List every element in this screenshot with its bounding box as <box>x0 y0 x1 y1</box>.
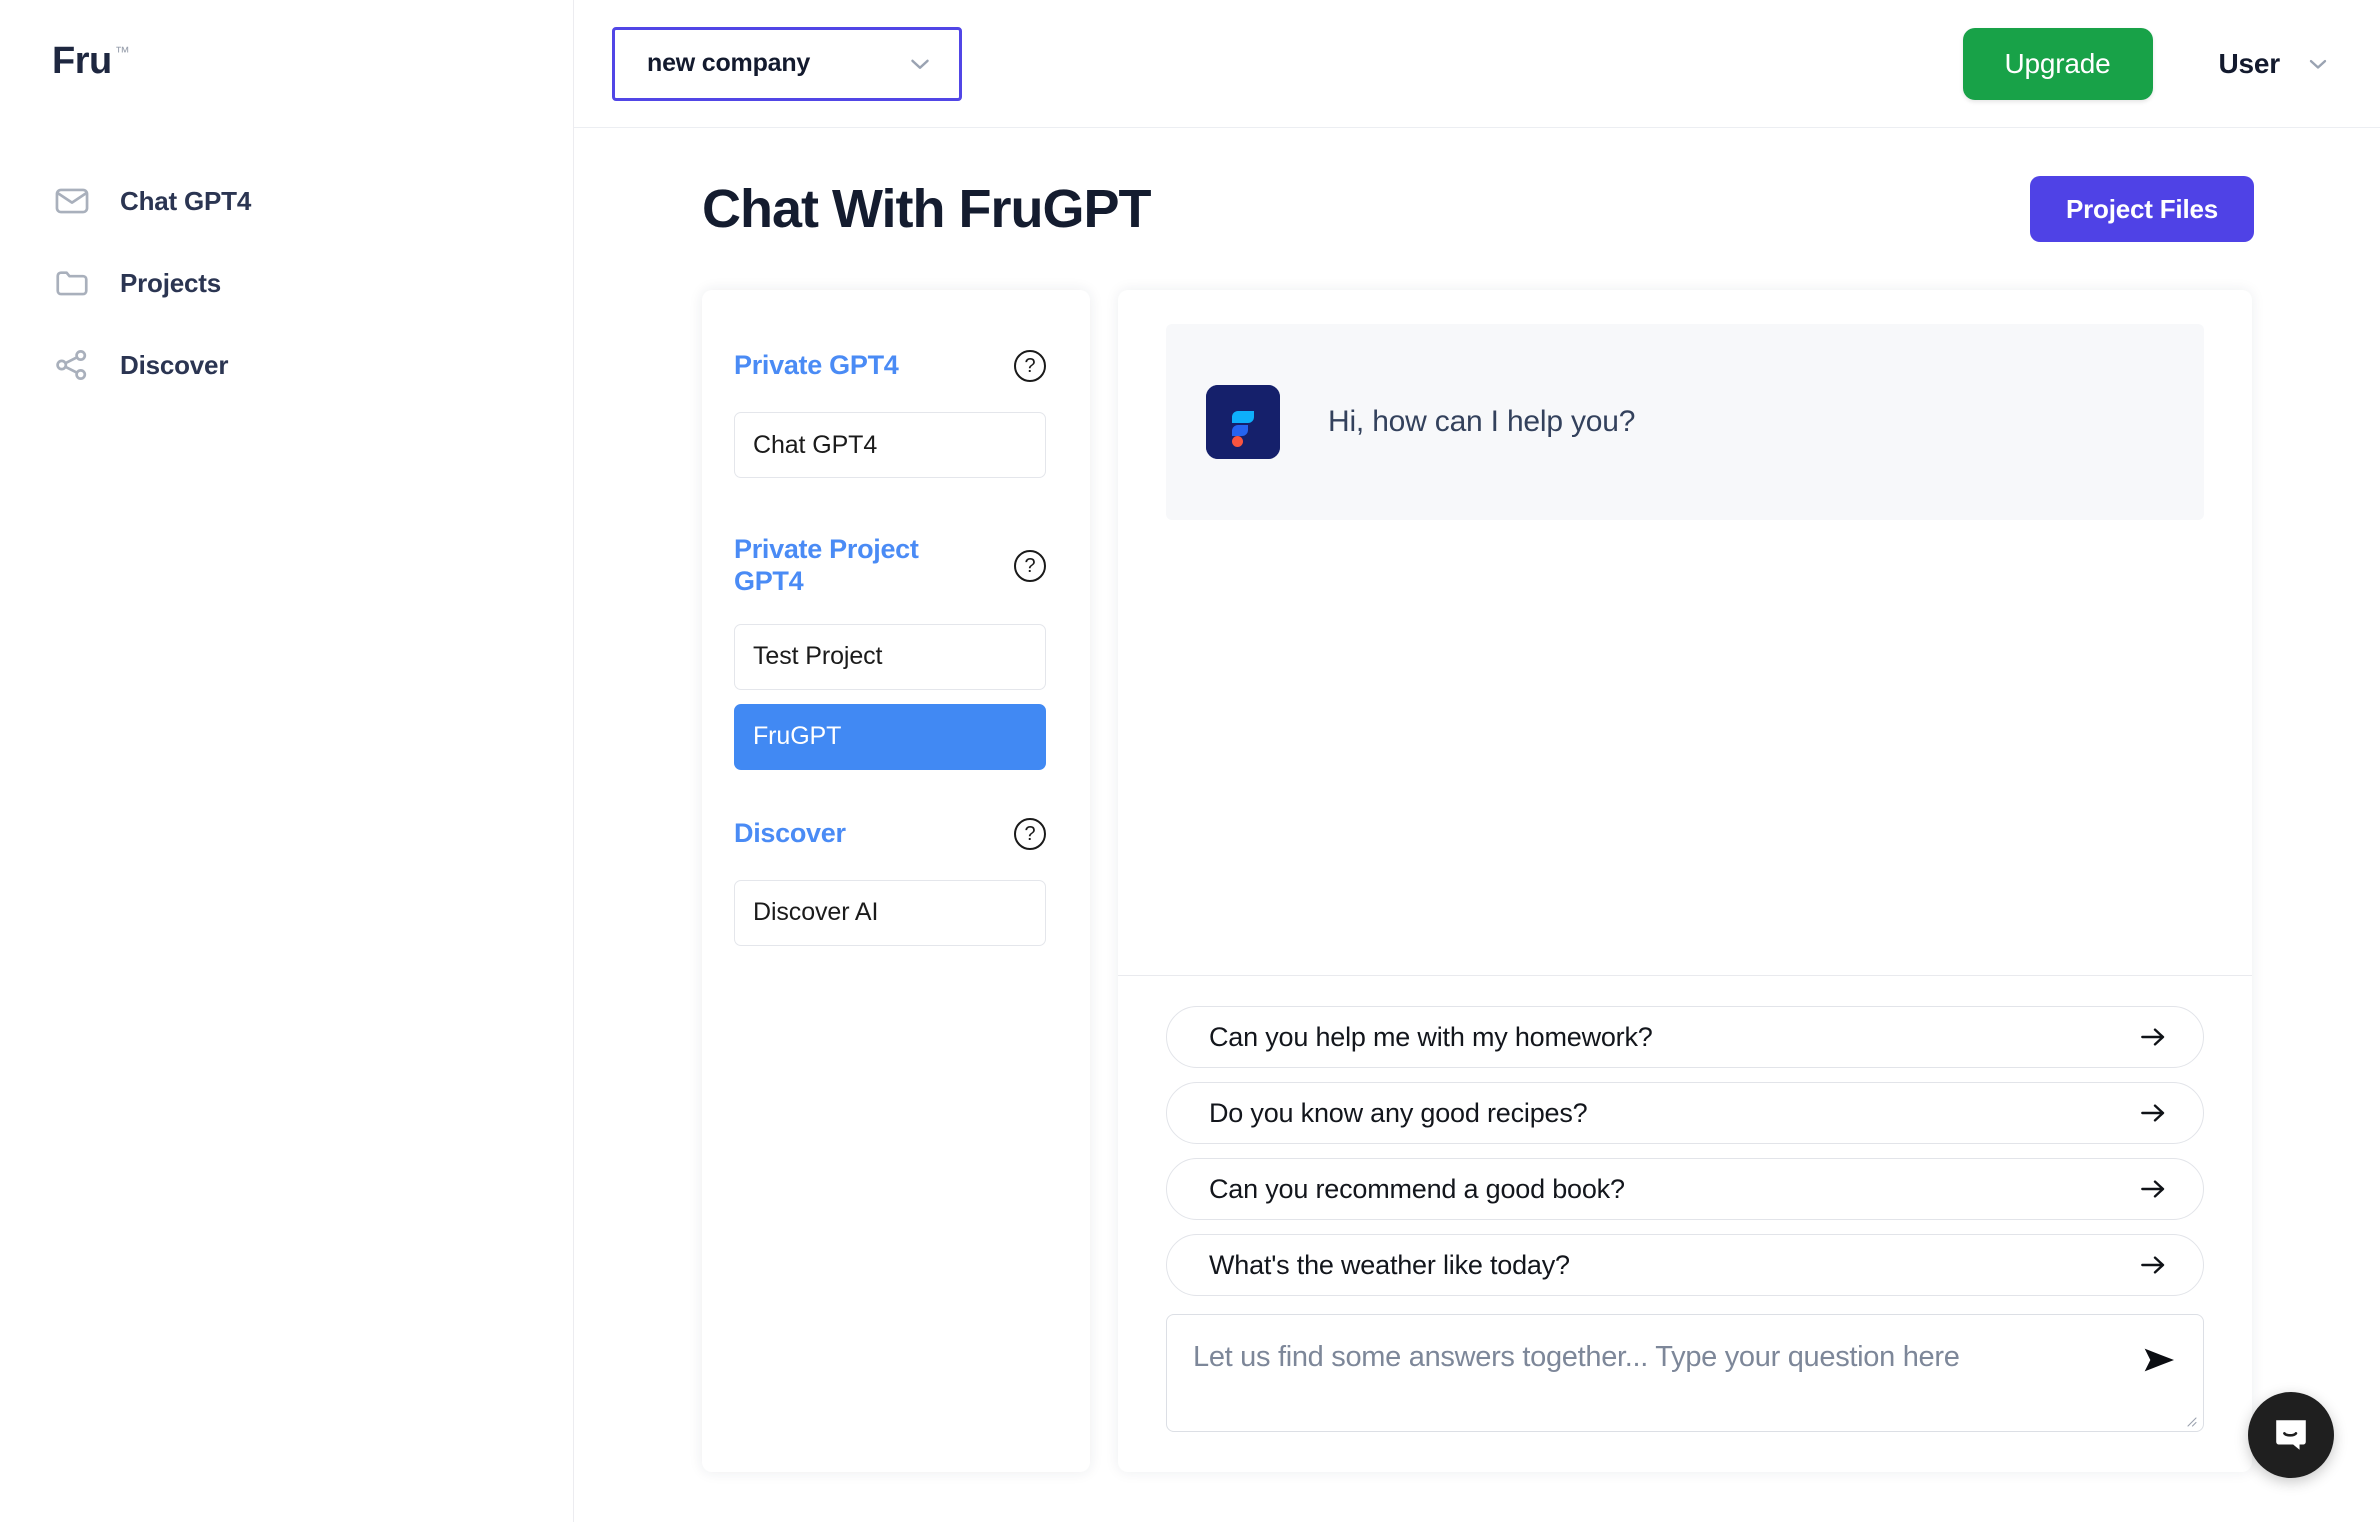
arrow-right-icon <box>2137 1249 2169 1281</box>
brand-name: Fru <box>52 40 112 82</box>
sidebar-item-projects[interactable]: Projects <box>0 242 573 324</box>
frugpt-logo-icon <box>1206 385 1280 459</box>
option-frugpt[interactable]: FruGPT <box>734 703 1046 770</box>
brand-trademark: ™ <box>114 44 130 61</box>
suggestion-chip[interactable]: Can you recommend a good book? <box>1166 1158 2204 1220</box>
suggestion-label: Can you help me with my homework? <box>1209 1021 1653 1052</box>
suggestion-label: What's the weather like today? <box>1209 1249 1570 1280</box>
arrow-right-icon <box>2137 1021 2169 1053</box>
group-private-project-gpt4: Private Project GPT4 ? Test Project FruG… <box>734 534 1046 770</box>
message-input[interactable]: Let us find some answers together... Typ… <box>1166 1314 2204 1432</box>
suggestion-chip[interactable]: Can you help me with my homework? <box>1166 1006 2204 1068</box>
page-header: Chat With FruGPT Project Files <box>574 128 2380 290</box>
chat-messages: Hi, how can I help you? <box>1118 290 2252 975</box>
user-menu[interactable]: User <box>2219 48 2332 80</box>
bot-message: Hi, how can I help you? <box>1166 324 2204 520</box>
group-discover: Discover ? Discover AI <box>734 814 1046 946</box>
sidebar-item-label: Projects <box>120 267 222 298</box>
upgrade-button[interactable]: Upgrade <box>1962 27 2153 100</box>
option-label: Chat GPT4 <box>753 430 878 459</box>
mail-icon <box>52 181 92 221</box>
sidebar: Fru ™ Chat GPT4 Projects Discover <box>0 0 574 1522</box>
content-area: Chat With FruGPT Project Files Private G… <box>574 128 2380 1522</box>
group-header: Private Project GPT4 ? <box>734 534 1046 598</box>
sidebar-item-label: Discover <box>120 349 229 380</box>
arrow-right-icon <box>2137 1173 2169 1205</box>
arrow-right-icon <box>2137 1097 2169 1129</box>
model-selector-panel: Private GPT4 ? Chat GPT4 Private Project… <box>702 290 1090 1472</box>
group-private-gpt4: Private GPT4 ? Chat GPT4 <box>734 346 1046 478</box>
option-chat-gpt4[interactable]: Chat GPT4 <box>734 412 1046 478</box>
share-icon <box>52 345 92 385</box>
chevron-down-icon <box>2304 50 2332 78</box>
composer: Let us find some answers together... Typ… <box>1118 1296 2252 1472</box>
top-bar-right: Upgrade User <box>1962 27 2332 100</box>
folder-icon <box>52 263 92 303</box>
group-title: Private Project GPT4 <box>734 534 919 596</box>
option-label: Discover AI <box>753 898 879 927</box>
sidebar-nav: Chat GPT4 Projects Discover <box>0 160 573 406</box>
top-bar: new company Upgrade User <box>574 0 2380 128</box>
suggestion-list: Can you help me with my homework? Do you… <box>1118 976 2252 1296</box>
option-discover-ai[interactable]: Discover AI <box>734 879 1046 946</box>
project-files-button[interactable]: Project Files <box>2029 176 2254 242</box>
group-header: Discover ? <box>734 814 1046 854</box>
app-root: Fru ™ Chat GPT4 Projects Discover new co… <box>0 0 2380 1522</box>
help-icon[interactable]: ? <box>1014 350 1046 382</box>
resize-handle[interactable] <box>2184 1414 2198 1428</box>
group-title: Discover <box>734 817 846 848</box>
sidebar-item-chat-gpt4[interactable]: Chat GPT4 <box>0 160 573 242</box>
chat-panel: Hi, how can I help you? Can you help me … <box>1118 290 2252 1472</box>
bot-message-text: Hi, how can I help you? <box>1328 405 1636 438</box>
send-button[interactable] <box>2137 1339 2181 1383</box>
panels-row: Private GPT4 ? Chat GPT4 Private Project… <box>574 290 2380 1472</box>
option-label: FruGPT <box>753 722 842 751</box>
help-icon[interactable]: ? <box>1014 549 1046 582</box>
page-title: Chat With FruGPT <box>702 179 1151 239</box>
help-icon[interactable]: ? <box>1014 817 1046 850</box>
option-test-project[interactable]: Test Project <box>734 623 1046 690</box>
chat-bubble-icon <box>2268 1411 2314 1460</box>
company-name: new company <box>647 49 811 77</box>
brand-logo[interactable]: Fru ™ <box>52 42 130 80</box>
send-icon <box>2139 1340 2179 1383</box>
chat-launcher-button[interactable] <box>2248 1392 2334 1478</box>
option-label: Test Project <box>753 642 883 671</box>
sidebar-item-discover[interactable]: Discover <box>0 324 573 406</box>
sidebar-item-label: Chat GPT4 <box>120 185 252 216</box>
company-selector[interactable]: new company <box>612 26 962 101</box>
suggestion-label: Do you know any good recipes? <box>1209 1097 1588 1128</box>
group-title: Private GPT4 <box>734 350 899 381</box>
user-menu-label: User <box>2218 47 2281 79</box>
suggestion-label: Can you recommend a good book? <box>1209 1173 1625 1204</box>
message-input-placeholder: Let us find some answers together... Typ… <box>1193 1341 1960 1373</box>
chevron-down-icon <box>905 49 935 79</box>
group-header: Private GPT4 ? <box>734 346 1046 386</box>
suggestion-chip[interactable]: Do you know any good recipes? <box>1166 1082 2204 1144</box>
suggestion-chip[interactable]: What's the weather like today? <box>1166 1234 2204 1296</box>
main-area: new company Upgrade User Chat With FruGP… <box>574 0 2380 1522</box>
